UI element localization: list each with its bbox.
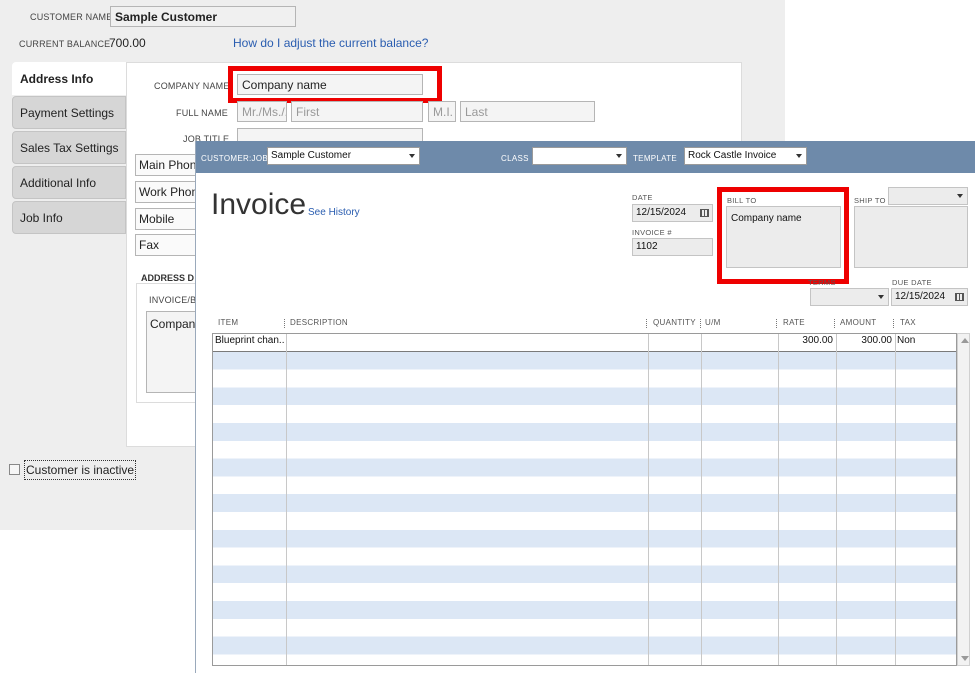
- tab-additional-info-label: Additional Info: [20, 176, 97, 190]
- invoice-number-label: INVOICE #: [632, 228, 672, 237]
- date-field[interactable]: 12/15/2024: [632, 204, 713, 222]
- middle-initial-field[interactable]: M.I.: [428, 101, 456, 122]
- job-title-field[interactable]: [237, 128, 423, 142]
- line-items-table: ITEM DESCRIPTION QUANTITY U/M RATE AMOUN…: [212, 318, 970, 668]
- chevron-down-icon: [957, 194, 963, 198]
- ship-to-dropdown[interactable]: [888, 187, 968, 205]
- rate-cell[interactable]: 300.00: [779, 335, 833, 346]
- template-label: TEMPLATE: [633, 154, 678, 163]
- chevron-down-icon: [409, 154, 415, 158]
- invoice-bill-to-label: INVOICE/B: [149, 295, 197, 305]
- tab-address-info[interactable]: Address Info: [12, 62, 126, 95]
- tab-sales-tax-settings-label: Sales Tax Settings: [20, 141, 119, 155]
- due-date-field[interactable]: 12/15/2024: [891, 288, 968, 306]
- amount-cell[interactable]: 300.00: [837, 335, 892, 346]
- column-header-item[interactable]: ITEM: [218, 318, 238, 327]
- column-header-quantity[interactable]: QUANTITY: [653, 318, 696, 327]
- ship-to-label: SHIP TO: [854, 196, 886, 205]
- tax-cell[interactable]: Non: [897, 335, 955, 346]
- invoice-header-bar: CUSTOMER:JOB Sample Customer CLASS TEMPL…: [196, 141, 975, 173]
- customer-job-value: Sample Customer: [271, 150, 352, 161]
- column-separator[interactable]: [893, 319, 895, 328]
- scroll-up-icon[interactable]: [961, 338, 969, 343]
- first-name-field[interactable]: First: [291, 101, 423, 122]
- column-divider: [701, 334, 702, 665]
- tab-payment-settings-label: Payment Settings: [20, 106, 115, 120]
- class-dropdown[interactable]: [532, 147, 627, 165]
- class-label: CLASS: [501, 154, 529, 163]
- tab-sales-tax-settings[interactable]: Sales Tax Settings: [12, 131, 126, 164]
- terms-dropdown[interactable]: [810, 288, 889, 306]
- invoice-title: Invoice: [211, 188, 307, 221]
- column-header-tax[interactable]: TAX: [900, 318, 916, 327]
- tab-job-info[interactable]: Job Info: [12, 201, 126, 234]
- tab-payment-settings[interactable]: Payment Settings: [12, 96, 126, 129]
- column-separator[interactable]: [646, 319, 648, 328]
- column-divider: [836, 334, 837, 665]
- last-name-field[interactable]: Last: [460, 101, 595, 122]
- see-history-link[interactable]: See History: [308, 207, 360, 218]
- column-header-description[interactable]: DESCRIPTION: [290, 318, 348, 327]
- template-dropdown[interactable]: Rock Castle Invoice: [684, 147, 807, 165]
- chevron-down-icon: [616, 154, 622, 158]
- scroll-down-icon[interactable]: [961, 656, 969, 661]
- calendar-icon[interactable]: [955, 293, 964, 301]
- calendar-icon[interactable]: [700, 209, 709, 217]
- column-divider: [778, 334, 779, 665]
- column-separator[interactable]: [834, 319, 836, 328]
- full-name-label: FULL NAME: [176, 108, 228, 118]
- column-header-um[interactable]: U/M: [705, 318, 721, 327]
- terms-label: TERMS: [808, 278, 836, 287]
- name-prefix-field[interactable]: Mr./Ms./...: [237, 101, 287, 122]
- due-date-label: DUE DATE: [892, 278, 932, 287]
- template-value: Rock Castle Invoice: [688, 150, 777, 161]
- highlight-bill-to: [717, 187, 849, 284]
- invoice-number-field[interactable]: 1102: [632, 238, 713, 256]
- column-header-rate[interactable]: RATE: [783, 318, 805, 327]
- current-balance-label: CURRENT BALANCE: [19, 39, 111, 49]
- table-row[interactable]: Blueprint chan... 300.00 300.00 Non: [213, 334, 956, 352]
- adjust-balance-link[interactable]: How do I adjust the current balance?: [233, 36, 428, 50]
- tab-address-info-label: Address Info: [20, 72, 94, 86]
- highlight-company-name: [228, 66, 442, 103]
- column-divider: [895, 334, 896, 665]
- column-separator[interactable]: [700, 319, 702, 328]
- column-divider: [286, 334, 287, 665]
- company-name-label: COMPANY NAME: [154, 81, 230, 91]
- date-value: 12/15/2024: [636, 207, 687, 218]
- ship-to-address[interactable]: [854, 206, 968, 268]
- chevron-down-icon: [796, 154, 802, 158]
- customer-job-label: CUSTOMER:JOB: [201, 154, 269, 163]
- current-balance-value: 700.00: [109, 36, 146, 50]
- column-separator[interactable]: [776, 319, 778, 328]
- inactive-checkbox[interactable]: [9, 464, 20, 475]
- column-header-amount[interactable]: AMOUNT: [840, 318, 876, 327]
- tab-additional-info[interactable]: Additional Info: [12, 166, 126, 199]
- inactive-checkbox-label[interactable]: Customer is inactive: [24, 460, 137, 480]
- date-label: DATE: [632, 193, 653, 202]
- customer-name-label: CUSTOMER NAME: [30, 12, 113, 22]
- line-items-scrollbar[interactable]: [957, 333, 970, 666]
- tab-job-info-label: Job Info: [20, 211, 63, 225]
- customer-name-field[interactable]: Sample Customer: [110, 6, 296, 27]
- due-date-value: 12/15/2024: [895, 291, 946, 302]
- customer-job-dropdown[interactable]: Sample Customer: [267, 147, 420, 165]
- item-cell[interactable]: Blueprint chan...: [215, 335, 285, 346]
- address-details-heading: ADDRESS D: [141, 273, 195, 283]
- column-separator[interactable]: [284, 319, 286, 328]
- column-divider: [648, 334, 649, 665]
- line-items-grid[interactable]: Blueprint chan... 300.00 300.00 Non: [212, 333, 957, 666]
- invoice-window: CUSTOMER:JOB Sample Customer CLASS TEMPL…: [195, 141, 975, 673]
- chevron-down-icon: [878, 295, 884, 299]
